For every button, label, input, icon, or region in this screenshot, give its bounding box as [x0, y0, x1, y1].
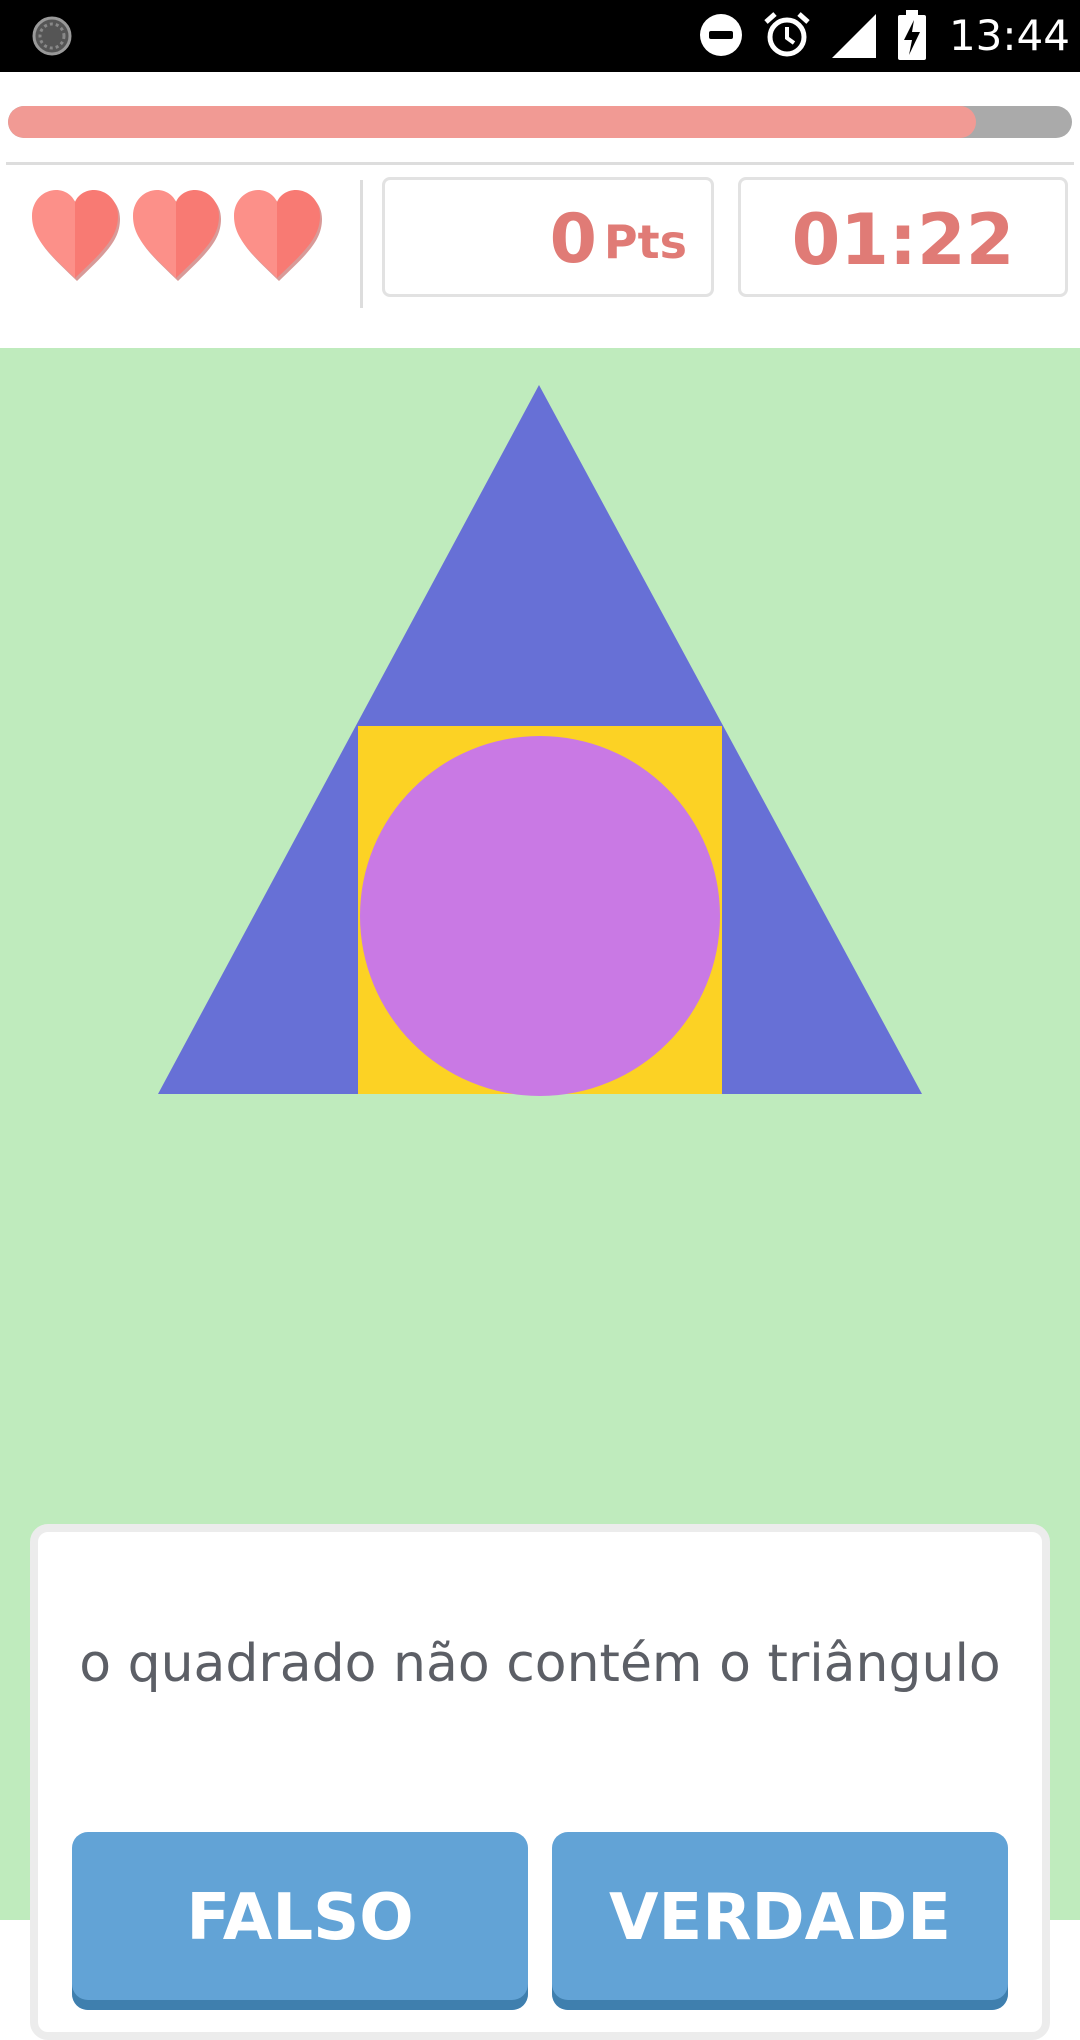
heart-icon	[234, 190, 322, 281]
do-not-disturb-icon	[700, 14, 742, 56]
level-progress-bar	[8, 106, 1072, 138]
header-divider	[6, 162, 1074, 165]
heart-icon	[32, 190, 120, 281]
question-statement: o quadrado não contém o triângulo	[79, 1634, 1001, 1694]
score-box: 0 Pts	[382, 177, 714, 297]
heart-icon	[133, 190, 221, 281]
status-bar-clock: 13:44	[948, 11, 1070, 60]
circle-shape	[360, 736, 720, 1096]
status-bar: 13:44	[0, 0, 1080, 72]
score-value: 0	[549, 200, 597, 279]
cell-signal-icon	[832, 14, 876, 58]
shape-figure	[158, 385, 922, 1096]
timer-box: 01:22	[738, 177, 1068, 297]
lives-indicator	[28, 186, 328, 286]
score-unit: Pts	[603, 215, 687, 269]
loading-notification-icon	[32, 16, 72, 56]
level-progress-fill	[8, 106, 977, 138]
true-button[interactable]: VERDADE	[552, 1832, 1008, 2010]
false-button[interactable]: FALSO	[72, 1832, 528, 2010]
question-card: o quadrado não contém o triângulo FALSO …	[30, 1524, 1050, 2040]
timer-value: 01:22	[791, 199, 1015, 281]
battery-charging-icon	[898, 10, 926, 60]
alarm-clock-icon	[764, 12, 810, 57]
hud-divider	[360, 180, 363, 308]
game-area: o quadrado não contém o triângulo FALSO …	[0, 348, 1080, 2040]
